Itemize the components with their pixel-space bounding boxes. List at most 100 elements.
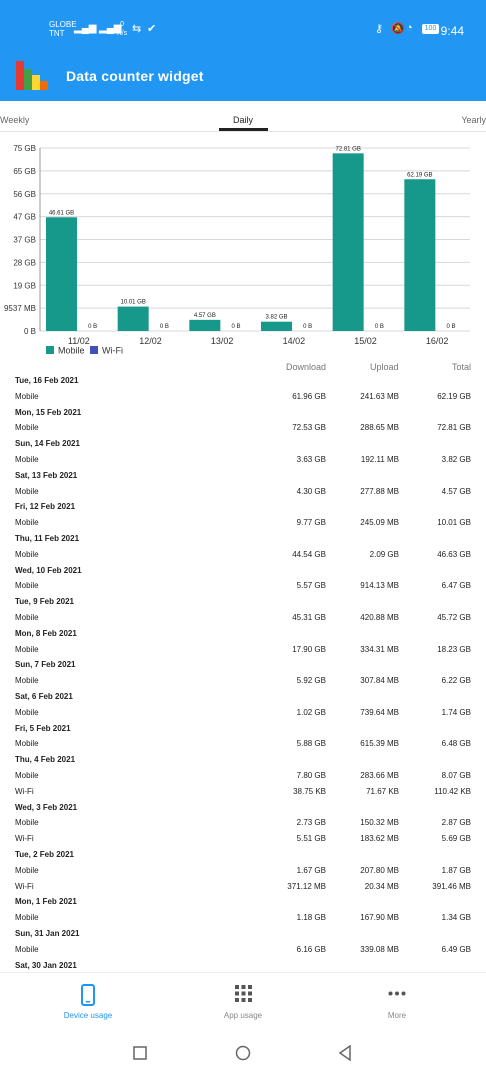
carrier-labels: GLOBE TNT <box>49 20 77 38</box>
download-value: 1.02 GB <box>296 707 326 717</box>
usage-row: Wi-Fi 5.51 GB 183.62 MB 5.69 GB <box>0 831 486 847</box>
nav-more[interactable]: More <box>337 973 457 1028</box>
legend-label-wifi: Wi-Fi <box>102 346 123 356</box>
y-tick-label: 47 GB <box>13 213 36 222</box>
bar-data-label-wifi: 0 B <box>231 324 240 330</box>
network-label: Wi-Fi <box>15 834 34 844</box>
network-label: Mobile <box>15 818 39 828</box>
date-header-row: Sun, 14 Feb 2021 <box>0 436 486 452</box>
date-header-row: Tue, 9 Feb 2021 <box>0 594 486 610</box>
x-tick-label: 11/02 <box>68 336 90 346</box>
upload-value: 245.09 MB <box>360 518 399 528</box>
usage-row: Mobile 9.77 GB 245.09 MB 10.01 GB <box>0 515 486 531</box>
network-label: Mobile <box>15 913 39 923</box>
nav-device-usage[interactable]: Device usage <box>28 973 148 1028</box>
legend-swatch-mobile <box>46 346 54 354</box>
upload-value: 241.63 MB <box>360 391 399 401</box>
total-value: 10.01 GB <box>437 518 471 528</box>
date-label: Fri, 12 Feb 2021 <box>15 502 76 512</box>
download-value: 3.63 GB <box>296 455 326 464</box>
total-value: 6.49 GB <box>441 944 471 954</box>
usage-row: Mobile 1.18 GB 167.90 MB 1.34 GB <box>0 910 486 926</box>
nav-label: Device usage <box>63 1011 113 1020</box>
bar-data-label: 72.81 GB <box>335 146 360 152</box>
date-header-row: Mon, 8 Feb 2021 <box>0 626 486 642</box>
home-icon[interactable] <box>235 1045 251 1061</box>
network-label: Mobile <box>15 865 39 875</box>
key-icon: ⚷ <box>375 23 384 35</box>
date-header-row: Sun, 7 Feb 2021 <box>0 657 486 673</box>
total-value: 8.07 GB <box>441 771 471 780</box>
y-tick-label: 0 B <box>24 327 36 336</box>
date-label: Tue, 16 Feb 2021 <box>15 376 79 385</box>
date-label: Thu, 4 Feb 2021 <box>15 755 76 765</box>
total-value: 4.57 GB <box>441 486 471 496</box>
usage-row: Mobile 7.80 GB 283.66 MB 8.07 GB <box>0 768 486 784</box>
date-label: Wed, 3 Feb 2021 <box>15 802 78 812</box>
bar-data-label-wifi: 0 B <box>88 324 97 330</box>
date-header-row: Thu, 4 Feb 2021 <box>0 752 486 768</box>
usage-row: Mobile 17.90 GB 334.31 MB 18.23 GB <box>0 642 486 658</box>
total-value: 1.87 GB <box>441 865 471 875</box>
total-value: 62.19 GB <box>437 391 471 401</box>
usage-row: Mobile 6.16 GB 339.08 MB 6.49 GB <box>0 942 486 958</box>
date-label: Sun, 14 Feb 2021 <box>15 439 80 449</box>
usage-row: Mobile 2.73 GB 150.32 MB 2.87 GB <box>0 815 486 831</box>
date-label: Sat, 6 Feb 2021 <box>15 692 73 701</box>
date-header-row: Tue, 2 Feb 2021 <box>0 847 486 863</box>
network-label: Mobile <box>15 518 39 528</box>
network-label: Mobile <box>15 707 39 717</box>
usage-row: Mobile 45.31 GB 420.88 MB 45.72 GB <box>0 610 486 626</box>
period-tabs: Weekly Daily Yearly <box>0 101 486 132</box>
date-label: Mon, 8 Feb 2021 <box>15 628 77 638</box>
usage-row: Mobile 3.63 GB 192.11 MB 3.82 GB <box>0 452 486 468</box>
signal-icon: ▂▄▆ <box>74 23 97 34</box>
total-value: 6.22 GB <box>441 676 471 686</box>
network-label: Mobile <box>15 391 39 401</box>
tab-weekly[interactable]: Weekly <box>0 115 29 125</box>
upload-value: 739.64 MB <box>360 707 399 717</box>
download-value: 5.88 GB <box>296 739 326 749</box>
download-value: 9.77 GB <box>296 518 326 528</box>
upload-value: 288.65 MB <box>360 423 399 433</box>
download-value: 5.92 GB <box>296 676 326 686</box>
download-value: 61.96 GB <box>292 391 326 401</box>
y-tick-label: 56 GB <box>13 190 36 199</box>
tab-daily[interactable]: Daily <box>233 115 253 125</box>
download-value: 371.12 MB <box>287 881 326 891</box>
col-upload: Upload <box>370 362 399 372</box>
usage-row: Mobile 72.53 GB 288.65 MB 72.81 GB <box>0 420 486 436</box>
usage-row: Mobile 5.57 GB 914.13 MB 6.47 GB <box>0 578 486 594</box>
download-value: 7.80 GB <box>296 771 326 780</box>
bar-data-label: 46.61 GB <box>49 210 74 216</box>
usage-row: Mobile 44.54 GB 2.09 GB 46.63 GB <box>0 547 486 563</box>
date-header-row: Fri, 5 Feb 2021 <box>0 721 486 737</box>
back-icon[interactable] <box>338 1045 352 1061</box>
usage-row: Wi-Fi 371.12 MB 20.34 MB 391.46 MB <box>0 879 486 895</box>
battery-icon: 100 <box>422 24 439 34</box>
total-value: 5.69 GB <box>441 834 471 844</box>
download-value: 17.90 GB <box>292 644 326 654</box>
nav-app-usage[interactable]: App usage <box>183 973 303 1028</box>
app-title: Data counter widget <box>66 68 204 84</box>
total-value: 2.87 GB <box>441 818 471 828</box>
upload-value: 307.84 MB <box>360 676 399 686</box>
more-dots-icon <box>388 991 406 996</box>
tab-yearly[interactable]: Yearly <box>461 115 486 125</box>
download-value: 72.53 GB <box>292 423 326 433</box>
total-value: 46.63 GB <box>437 549 471 559</box>
legend-label-mobile: Mobile <box>58 346 85 356</box>
x-tick-label: 16/02 <box>426 336 449 346</box>
download-value: 44.54 GB <box>292 549 326 559</box>
total-value: 18.23 GB <box>437 644 471 654</box>
total-value: 1.34 GB <box>441 913 471 923</box>
date-header-row: Wed, 3 Feb 2021 <box>0 800 486 816</box>
upload-value: 420.88 MB <box>360 613 399 622</box>
date-label: Sun, 31 Jan 2021 <box>15 929 80 938</box>
recents-icon[interactable] <box>133 1046 147 1060</box>
upload-value: 615.39 MB <box>360 739 399 749</box>
usage-row: Wi-Fi 38.75 KB 71.67 KB 110.42 KB <box>0 784 486 800</box>
date-label: Tue, 2 Feb 2021 <box>15 850 74 859</box>
download-value: 45.31 GB <box>292 613 326 622</box>
phone-icon <box>81 984 95 1006</box>
